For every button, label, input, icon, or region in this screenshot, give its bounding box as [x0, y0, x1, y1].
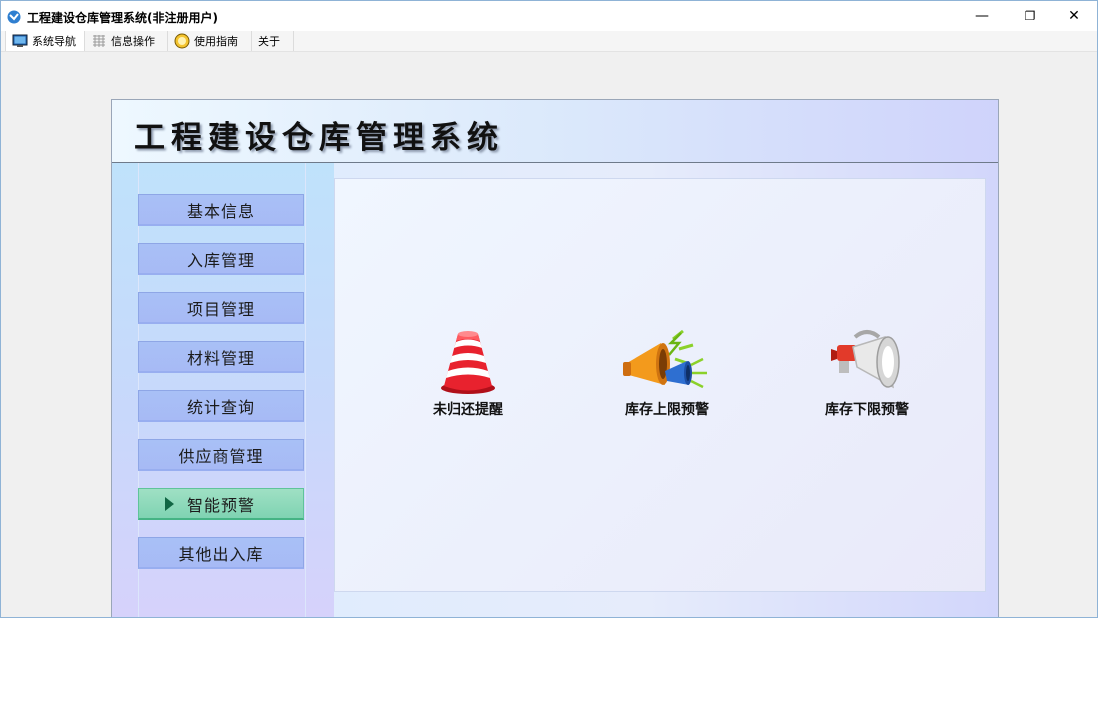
help-disc-icon: [174, 33, 190, 49]
app-logo-icon: [7, 10, 21, 24]
page-title: 工程建设仓库管理系统: [134, 120, 504, 156]
sidebar-item-label: 项目管理: [186, 299, 255, 319]
sidebar-item-basic-info[interactable]: 基本信息: [138, 194, 304, 226]
active-arrow-icon: [165, 497, 174, 511]
sidebar-item-label: 材料管理: [186, 348, 255, 368]
sidebar-item-statistics[interactable]: 统计查询: [138, 390, 304, 422]
megaphone-icon: [623, 329, 707, 389]
menu-item-info-ops[interactable]: 信息操作: [85, 31, 168, 51]
tile-label: 未归还提醒: [433, 402, 503, 418]
sidebar-item-label: 基本信息: [186, 201, 255, 221]
title-bar[interactable]: 工程建设仓库管理系统(非注册用户) — ❐ ✕: [1, 1, 1097, 31]
sidebar-item-other-inout[interactable]: 其他出入库: [138, 537, 304, 569]
loudspeaker-icon: [831, 330, 900, 389]
content-area: 未归还提醒 库存上限预警 库存下限预警: [334, 178, 986, 592]
sidebar-item-label: 统计查询: [186, 397, 255, 417]
sidebar: 基本信息 入库管理 项目管理 材料管理 统计查询 供应商管理 智能预警 其他出入…: [112, 163, 334, 617]
sidebar-item-materials[interactable]: 材料管理: [138, 341, 304, 373]
tile-lower-limit-alert[interactable]: 库存下限预警: [802, 329, 932, 419]
sidebar-item-projects[interactable]: 项目管理: [138, 292, 304, 324]
menu-item-label: 信息操作: [111, 35, 155, 48]
sidebar-item-label: 供应商管理: [178, 446, 264, 466]
close-button[interactable]: ✕: [1051, 1, 1097, 31]
menu-item-label: 系统导航: [32, 35, 76, 48]
minimize-button[interactable]: —: [959, 1, 1005, 31]
sidebar-item-smart-alert[interactable]: 智能预警: [138, 488, 304, 520]
sidebar-item-label: 入库管理: [186, 250, 255, 270]
menu-item-label: 关于: [258, 35, 280, 48]
restore-button[interactable]: ❐: [1007, 1, 1053, 31]
app-header: 工程建设仓库管理系统: [112, 100, 998, 163]
menu-item-user-guide[interactable]: 使用指南: [168, 31, 252, 51]
tile-label: 库存上限预警: [625, 402, 709, 418]
window-title: 工程建设仓库管理系统(非注册用户): [27, 11, 218, 25]
menu-item-system-nav[interactable]: 系统导航: [5, 31, 85, 51]
menu-item-about[interactable]: 关于: [252, 31, 294, 51]
menu-bar: 系统导航 信息操作 使用指南 关于: [1, 31, 1097, 52]
traffic-cone-icon: [441, 331, 495, 394]
tile-upper-limit-alert[interactable]: 库存上限预警: [602, 329, 732, 419]
tile-label: 库存下限预警: [825, 402, 909, 418]
main-panel: 工程建设仓库管理系统 基本信息 入库管理 项目管理 材料管理 统计查询 供应商管…: [111, 99, 999, 617]
monitor-icon: [12, 34, 28, 47]
sidebar-item-label: 智能预警: [186, 495, 255, 515]
tile-unreturned-reminder[interactable]: 未归还提醒: [403, 329, 533, 419]
sidebar-item-suppliers[interactable]: 供应商管理: [138, 439, 304, 471]
grid-icon: [93, 35, 105, 47]
app-window: 工程建设仓库管理系统(非注册用户) — ❐ ✕ 系统导航 信息操作 使用指南 关…: [0, 0, 1098, 618]
sidebar-item-label: 其他出入库: [178, 544, 264, 564]
menu-item-label: 使用指南: [194, 35, 238, 48]
sidebar-item-inbound[interactable]: 入库管理: [138, 243, 304, 275]
